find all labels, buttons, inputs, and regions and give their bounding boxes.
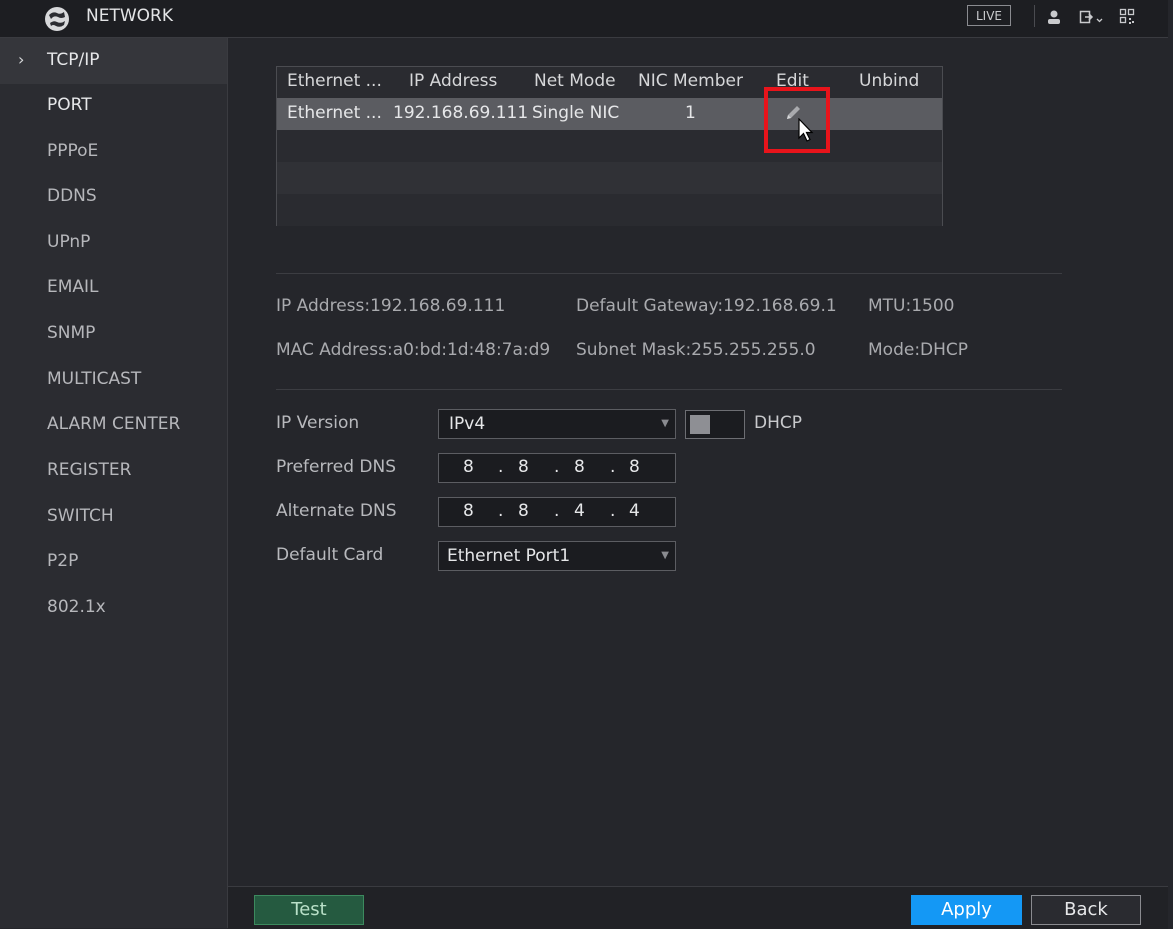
sidebar-item-label: REGISTER <box>47 460 132 480</box>
mouse-cursor-icon <box>798 118 814 142</box>
sidebar-item-upnp[interactable]: UPnP <box>0 220 227 266</box>
ip-separator: . <box>554 501 560 521</box>
ip-octet[interactable]: 8 <box>574 457 585 477</box>
sidebar-item-label: SNMP <box>47 323 96 343</box>
ip-octet[interactable]: 8 <box>629 457 640 477</box>
info-mtu: MTU:1500 <box>868 296 955 316</box>
divider <box>276 389 1062 390</box>
info-mac-address: MAC Address:a0:bd:1d:48:7a:d9 <box>276 340 551 360</box>
dhcp-toggle[interactable] <box>685 410 745 439</box>
dropdown-caret-icon: ▼ <box>661 418 669 429</box>
ip-separator: . <box>554 457 560 477</box>
alternate-dns-label: Alternate DNS <box>276 501 397 521</box>
sidebar-item-snmp[interactable]: SNMP <box>0 311 227 357</box>
ip-separator: . <box>610 501 616 521</box>
sidebar-item-label: ALARM CENTER <box>47 414 181 434</box>
page-title: NETWORK <box>86 6 173 26</box>
sidebar-item-label: DDNS <box>47 186 97 206</box>
default-card-value: Ethernet Port1 <box>447 546 571 566</box>
toolbar-divider <box>1034 5 1035 27</box>
default-card-label: Default Card <box>276 545 384 565</box>
sidebar-item-label: P2P <box>47 551 79 571</box>
dhcp-label: DHCP <box>754 413 802 433</box>
nic-table: Ethernet ... IP Address Net Mode NIC Mem… <box>276 66 943 226</box>
sidebar-item-8021x[interactable]: 802.1x <box>0 585 227 631</box>
ip-version-value: IPv4 <box>449 414 486 434</box>
sidebar-item-label: PORT <box>47 95 92 115</box>
preferred-dns-field[interactable]: 8 . 8 . 8 . 8 <box>438 453 676 483</box>
ip-separator: . <box>498 457 504 477</box>
sidebar-item-tcpip[interactable]: › TCP/IP <box>0 38 227 84</box>
sidebar-item-label: SWITCH <box>47 506 114 526</box>
ip-version-label: IP Version <box>276 413 360 433</box>
logout-icon[interactable] <box>1079 8 1107 26</box>
ip-octet[interactable]: 8 <box>518 457 529 477</box>
column-header-ip-address[interactable]: IP Address <box>409 71 497 91</box>
sidebar-item-switch[interactable]: SWITCH <box>0 494 227 540</box>
table-row-empty <box>277 194 942 226</box>
table-row-empty <box>277 130 942 162</box>
cell-ethernet: Ethernet ... <box>287 103 382 123</box>
ip-separator: . <box>498 501 504 521</box>
back-button[interactable]: Back <box>1031 895 1141 925</box>
divider <box>276 273 1062 274</box>
default-card-select[interactable]: Ethernet Port1 ▼ <box>438 541 676 571</box>
ip-octet[interactable]: 8 <box>463 501 474 521</box>
ip-separator: . <box>610 457 616 477</box>
apply-button[interactable]: Apply <box>911 895 1022 925</box>
table-row-empty <box>277 162 942 194</box>
ip-octet[interactable]: 8 <box>463 457 474 477</box>
info-ip-address: IP Address:192.168.69.111 <box>276 296 506 316</box>
table-row[interactable]: Ethernet ... 192.168.69.111 Single NIC 1 <box>277 98 942 130</box>
sidebar-item-p2p[interactable]: P2P <box>0 539 227 585</box>
cell-nic-member: 1 <box>685 103 696 123</box>
sidebar-item-alarm-center[interactable]: ALARM CENTER <box>0 402 227 448</box>
sidebar-item-label: MULTICAST <box>47 369 142 389</box>
ip-octet[interactable]: 8 <box>518 501 529 521</box>
sidebar-item-label: UPnP <box>47 232 91 252</box>
column-header-unbind[interactable]: Unbind <box>859 71 919 91</box>
cell-ip-address: 192.168.69.111 <box>393 103 529 123</box>
column-header-ethernet[interactable]: Ethernet ... <box>287 71 382 91</box>
top-bar: NETWORK LIVE <box>0 0 1168 38</box>
info-subnet-mask: Subnet Mask:255.255.255.0 <box>576 340 816 360</box>
ip-version-select[interactable]: IPv4 ▼ <box>438 409 676 439</box>
cell-net-mode: Single NIC <box>532 103 620 123</box>
toggle-knob <box>690 415 710 434</box>
sidebar-item-label: 802.1x <box>47 597 106 617</box>
sidebar-item-label: EMAIL <box>47 277 99 297</box>
info-default-gateway: Default Gateway:192.168.69.1 <box>576 296 837 316</box>
live-button[interactable]: LIVE <box>967 5 1011 26</box>
alternate-dns-field[interactable]: 8 . 8 . 4 . 4 <box>438 497 676 527</box>
column-header-nic-member[interactable]: NIC Member <box>638 71 743 91</box>
sidebar-item-register[interactable]: REGISTER <box>0 448 227 494</box>
sidebar: › TCP/IP PORT PPPoE DDNS UPnP EMAIL SNMP… <box>0 38 228 928</box>
ip-octet[interactable]: 4 <box>629 501 640 521</box>
sidebar-item-pppoe[interactable]: PPPoE <box>0 129 227 175</box>
column-header-net-mode[interactable]: Net Mode <box>534 71 616 91</box>
ip-octet[interactable]: 4 <box>574 501 585 521</box>
user-icon[interactable] <box>1047 8 1061 26</box>
preferred-dns-label: Preferred DNS <box>276 457 397 477</box>
chevron-right-icon: › <box>18 50 25 69</box>
sidebar-item-label: PPPoE <box>47 141 99 161</box>
info-mode: Mode:DHCP <box>868 340 969 360</box>
bottom-bar <box>228 886 1168 929</box>
network-logo-icon <box>45 7 69 31</box>
sidebar-item-label: TCP/IP <box>47 50 100 70</box>
sidebar-item-multicast[interactable]: MULTICAST <box>0 357 227 403</box>
test-button[interactable]: Test <box>254 895 364 925</box>
sidebar-item-email[interactable]: EMAIL <box>0 265 227 311</box>
sidebar-item-port[interactable]: PORT <box>0 83 227 129</box>
qr-code-icon[interactable] <box>1119 8 1135 26</box>
sidebar-item-ddns[interactable]: DDNS <box>0 174 227 220</box>
dropdown-caret-icon: ▼ <box>661 550 669 561</box>
